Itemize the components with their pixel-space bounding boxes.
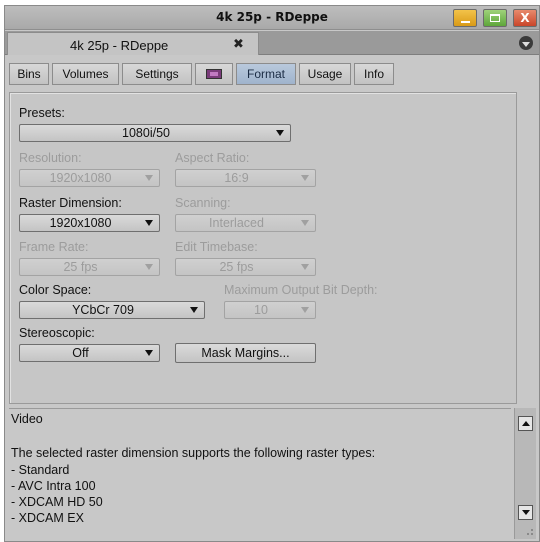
scanning-dropdown: Interlaced — [175, 214, 316, 232]
resolution-value: 1920x1080 — [49, 171, 112, 185]
tab-volumes[interactable]: Volumes — [52, 63, 119, 85]
raster-dimension-value: 1920x1080 — [49, 216, 112, 230]
edit-timebase-dropdown: 25 fps — [175, 258, 316, 276]
arrow-up-icon — [521, 421, 530, 426]
edit-timebase-value: 25 fps — [219, 260, 254, 274]
tab-color-swatch[interactable] — [195, 63, 233, 85]
chevron-down-icon — [145, 220, 153, 226]
document-tab-close-icon[interactable]: ✖ — [233, 37, 244, 52]
aspect-ratio-value: 16:9 — [224, 171, 249, 185]
chevron-down-icon — [190, 307, 198, 313]
description-text-area[interactable]: Video The selected raster dimension supp… — [9, 408, 511, 539]
description-line: - XDCAM EX — [11, 511, 84, 525]
close-icon: X — [520, 11, 530, 25]
maximize-icon — [490, 14, 500, 22]
tab-info[interactable]: Info — [354, 63, 394, 85]
close-button[interactable]: X — [513, 9, 537, 27]
maximize-button[interactable] — [483, 9, 507, 27]
description-line: - XDCAM HD 50 — [11, 495, 103, 509]
resize-grip-icon[interactable] — [521, 528, 535, 538]
max-bit-depth-dropdown: 10 — [224, 301, 316, 319]
mask-margins-button[interactable]: Mask Margins... — [175, 343, 316, 363]
scanning-value: Interlaced — [209, 216, 264, 230]
description-line: Video — [11, 412, 43, 426]
description-scrollbar[interactable] — [514, 408, 536, 539]
chevron-down-icon — [145, 264, 153, 270]
color-space-label: Color Space: — [19, 283, 92, 297]
aspect-ratio-label: Aspect Ratio: — [175, 151, 250, 165]
color-space-dropdown[interactable]: YCbCr 709 — [19, 301, 205, 319]
chevron-down-icon — [301, 175, 309, 181]
chevron-down-icon — [276, 130, 284, 136]
presets-dropdown[interactable]: 1080i/50 — [19, 124, 291, 142]
resolution-dropdown: 1920x1080 — [19, 169, 160, 187]
description-line: - AVC Intra 100 — [11, 479, 96, 493]
tab-usage[interactable]: Usage — [299, 63, 351, 85]
color-swatch-icon — [206, 69, 222, 79]
tab-menu-button[interactable] — [519, 36, 533, 50]
chevron-down-icon — [145, 350, 153, 356]
stereoscopic-label: Stereoscopic: — [19, 326, 95, 340]
scanning-label: Scanning: — [175, 196, 231, 210]
frame-rate-value: 25 fps — [63, 260, 98, 274]
arrow-down-icon — [521, 510, 530, 515]
stereoscopic-dropdown[interactable]: Off — [19, 344, 160, 362]
chevron-down-icon — [301, 307, 309, 313]
presets-value: 1080i/50 — [122, 126, 170, 140]
frame-rate-dropdown: 25 fps — [19, 258, 160, 276]
edit-timebase-label: Edit Timebase: — [175, 240, 258, 254]
tab-strip: Bins Volumes Settings Format Usage Info — [5, 61, 539, 87]
scroll-up-button[interactable] — [518, 416, 533, 431]
tab-settings[interactable]: Settings — [122, 63, 192, 85]
tab-format[interactable]: Format — [236, 63, 296, 85]
chevron-down-icon — [522, 41, 530, 47]
tab-bins[interactable]: Bins — [9, 63, 49, 85]
document-tab[interactable]: 4k 25p - RDeppe ✖ — [7, 32, 259, 55]
description-line: The selected raster dimension supports t… — [11, 446, 376, 460]
description-line: - Standard — [11, 463, 70, 477]
project-window: 4k 25p - RDeppe X 4k 25p - RDeppe ✖ Bins… — [4, 5, 540, 542]
format-panel: Presets: 1080i/50 Resolution: Aspect Rat… — [9, 92, 517, 404]
document-tab-label: 4k 25p - RDeppe — [70, 38, 169, 53]
color-space-value: YCbCr 709 — [72, 303, 134, 317]
title-bar[interactable]: 4k 25p - RDeppe X — [5, 6, 539, 30]
max-bit-depth-value: 10 — [254, 303, 268, 317]
minimize-icon — [460, 20, 470, 23]
chevron-down-icon — [301, 220, 309, 226]
aspect-ratio-dropdown: 16:9 — [175, 169, 316, 187]
raster-dimension-label: Raster Dimension: — [19, 196, 122, 210]
document-tab-row: 4k 25p - RDeppe ✖ — [5, 31, 539, 55]
max-bit-depth-label: Maximum Output Bit Depth: — [224, 283, 378, 297]
resolution-label: Resolution: — [19, 151, 82, 165]
presets-label: Presets: — [19, 106, 65, 120]
scroll-down-button[interactable] — [518, 505, 533, 520]
stereoscopic-value: Off — [72, 346, 89, 360]
minimize-button[interactable] — [453, 9, 477, 27]
chevron-down-icon — [301, 264, 309, 270]
frame-rate-label: Frame Rate: — [19, 240, 89, 254]
raster-dimension-dropdown[interactable]: 1920x1080 — [19, 214, 160, 232]
chevron-down-icon — [145, 175, 153, 181]
